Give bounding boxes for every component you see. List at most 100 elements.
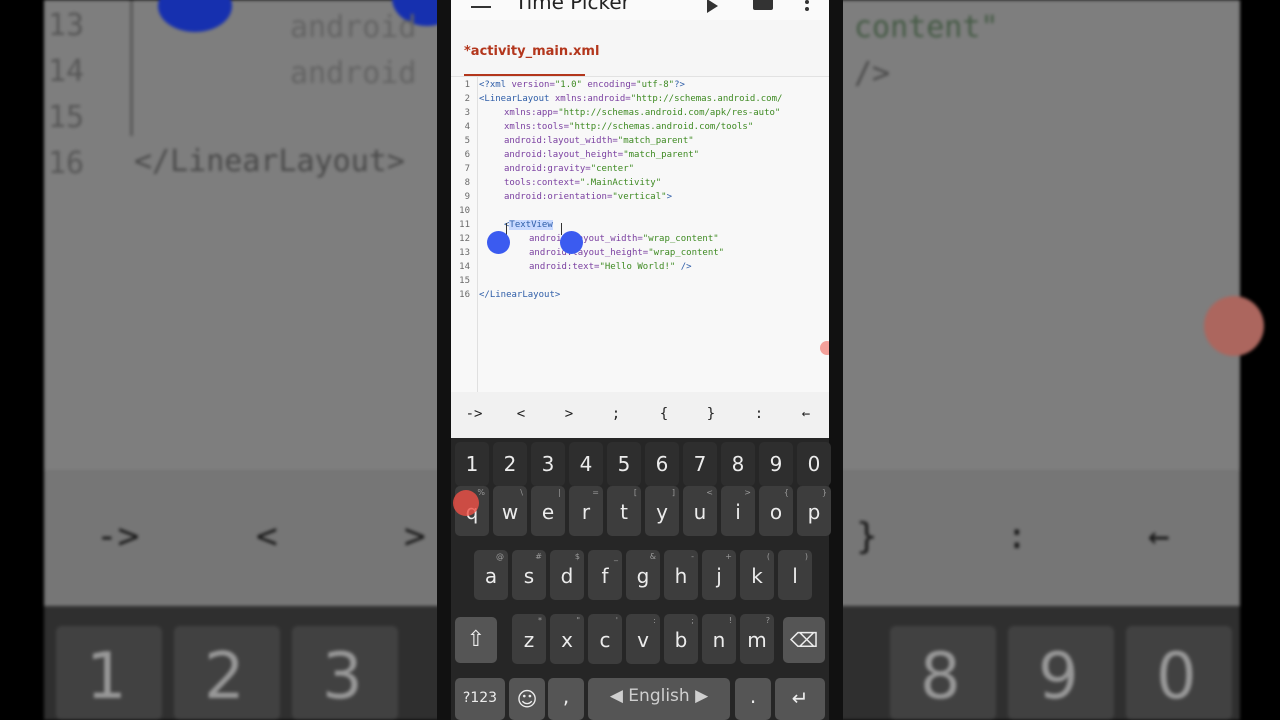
key-d[interactable]: $ d [550, 550, 584, 600]
period-key[interactable]: . [735, 678, 771, 720]
enter-icon: ↵ [791, 686, 809, 710]
key-j[interactable]: + j [702, 550, 736, 600]
code-token: ?> [674, 80, 685, 90]
symbol-greater-than[interactable]: > [554, 406, 584, 422]
code-line[interactable]: android:layout_width="match_parent" [504, 134, 694, 148]
key-hint: % [477, 488, 485, 497]
key-label: h [674, 564, 688, 588]
code-line[interactable]: android:layout_height="match_parent" [504, 148, 699, 162]
key-t[interactable]: [t [607, 486, 641, 536]
key-v[interactable]: :v [626, 614, 660, 664]
app-window: Time Picker *activity_main.xml 123456789… [451, 0, 831, 720]
key-label: r [581, 500, 591, 524]
line-number: 16 [459, 290, 470, 300]
save-icon[interactable] [753, 0, 773, 10]
key-6[interactable]: 6 [645, 442, 679, 486]
text-cursor [561, 223, 562, 235]
code-line[interactable]: xmlns:tools="http://schemas.android.com/… [504, 120, 753, 134]
key-y[interactable]: ] y [645, 486, 679, 536]
code-line[interactable]: android:text="Hello World!" /> [529, 260, 692, 274]
key-x[interactable]: " x [550, 614, 584, 664]
key-z[interactable]: * z [512, 614, 546, 664]
code-line[interactable]: xmlns:app="http://schemas.android.com/ap… [504, 106, 780, 120]
key-c[interactable]: ' c [588, 614, 622, 664]
code-line[interactable]: <TextView [504, 218, 553, 232]
key-label: m [747, 628, 767, 652]
period-key-label: . [749, 684, 757, 708]
more-vert-icon[interactable] [805, 0, 809, 4]
key-label: 0 [807, 452, 821, 476]
code-token: TextView [509, 220, 553, 230]
selection-handle-left[interactable] [487, 231, 510, 254]
key-5[interactable]: 5 [607, 442, 641, 486]
symbol-semicolon[interactable]: ; [601, 406, 631, 422]
key-m[interactable]: ? m [740, 614, 774, 664]
code-line[interactable]: android:layout_width="wrap_content" [529, 232, 719, 246]
key-i[interactable]: > i [721, 486, 755, 536]
key-e[interactable]: | e [531, 486, 565, 536]
code-line[interactable]: android:orientation="vertical"> [504, 190, 672, 204]
key-r[interactable]: = r [569, 486, 603, 536]
symbol-colon[interactable]: : [744, 406, 774, 422]
code-line[interactable]: </LinearLayout> [479, 288, 560, 302]
symbol-tab[interactable]: ← [791, 406, 821, 422]
key-k[interactable]: (k [740, 550, 774, 600]
tab-activity-main[interactable]: *activity_main.xml [464, 44, 599, 59]
key-hint: = [592, 488, 599, 497]
line-number: 15 [459, 276, 470, 286]
key-b[interactable]: ; b [664, 614, 698, 664]
key-label: 8 [731, 452, 745, 476]
key-8[interactable]: 8 [721, 442, 755, 486]
key-h[interactable]: -h [664, 550, 698, 600]
key-n[interactable]: ! n [702, 614, 736, 664]
space-key[interactable]: ◀ English ▶ [588, 678, 730, 720]
key-label: p [807, 500, 821, 524]
key-s[interactable]: # s [512, 550, 546, 600]
line-number: 7 [464, 164, 470, 174]
code-line[interactable]: <LinearLayout xmlns:android="http://sche… [479, 92, 782, 106]
code-line[interactable]: android:layout_height="wrap_content" [529, 246, 724, 260]
code-token: android:text= [529, 262, 600, 272]
selection-handle-right[interactable] [560, 231, 583, 254]
code-token: "vertical" [612, 192, 667, 202]
key-label: 3 [541, 452, 555, 476]
symbol-close-brace[interactable]: } [696, 406, 726, 422]
backspace-key[interactable]: ⌫ [783, 617, 825, 663]
backspace-icon: ⌫ [789, 628, 819, 652]
key-a[interactable]: @ a [474, 550, 508, 600]
shift-key[interactable]: ⇧ [455, 617, 497, 663]
code-line[interactable]: <?xml version="1.0" encoding="utf-8"?> [479, 78, 685, 92]
key-label: w [501, 500, 519, 524]
symbol-arrow[interactable]: -> [459, 406, 489, 422]
touch-indicator [453, 490, 479, 516]
code-editor[interactable]: 1 2 3 4 5 6 7 8 9 10 11 12 13 14 15 16 <?xml version="1… [451, 77, 829, 392]
code-token: "utf-8" [636, 80, 675, 90]
comma-key[interactable]: , [548, 678, 584, 720]
emoji-key[interactable]: ☺ [509, 678, 545, 720]
code-token: android:gravity= [504, 164, 591, 174]
key-1[interactable]: 1 [455, 442, 489, 486]
code-line[interactable]: tools:context=".MainActivity" [504, 176, 661, 190]
key-l[interactable]: ) l [778, 550, 812, 600]
key-f[interactable]: _ f [588, 550, 622, 600]
play-icon[interactable] [707, 0, 718, 13]
key-2[interactable]: 2 [493, 442, 527, 486]
enter-key[interactable]: ↵ [775, 678, 825, 720]
key-w[interactable]: \ w [493, 486, 527, 536]
key-4[interactable]: 4 [569, 442, 603, 486]
key-label: 2 [503, 452, 517, 476]
key-9[interactable]: 9 [759, 442, 793, 486]
key-0[interactable]: 0 [797, 442, 831, 486]
symbols-key[interactable]: ?123 [455, 678, 505, 720]
symbol-less-than[interactable]: < [506, 406, 536, 422]
key-3[interactable]: 3 [531, 442, 565, 486]
key-p[interactable]: } p [797, 486, 831, 536]
symbol-open-brace[interactable]: { [649, 406, 679, 422]
key-g[interactable]: & g [626, 550, 660, 600]
emoji-icon: ☺ [516, 687, 538, 711]
key-u[interactable]: < u [683, 486, 717, 536]
key-7[interactable]: 7 [683, 442, 717, 486]
code-line[interactable]: android:gravity="center" [504, 162, 634, 176]
hamburger-icon[interactable] [471, 0, 491, 8]
key-o[interactable]: {o [759, 486, 793, 536]
